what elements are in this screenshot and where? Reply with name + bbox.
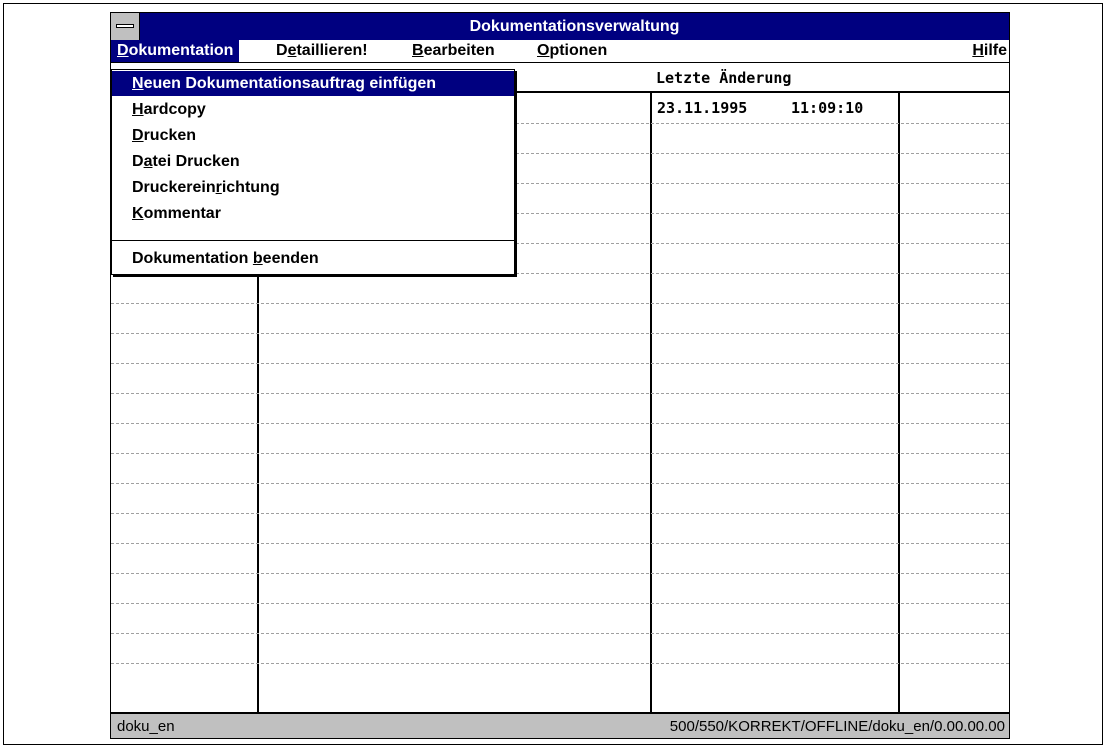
menu-accelerator: B (412, 42, 424, 59)
menu-accelerator: H (972, 42, 984, 59)
menu-label-part: earbeiten (423, 42, 495, 59)
row-line (111, 513, 1009, 514)
menu-item-printer-setup[interactable]: Druckereinrichtung (112, 175, 514, 200)
menu-label-part: eenden (262, 250, 319, 267)
row-line (111, 633, 1009, 634)
menu-item-comment[interactable]: Kommentar (112, 201, 514, 226)
menu-label-part: ptionen (549, 42, 608, 59)
row-line (111, 483, 1009, 484)
row-line (111, 453, 1009, 454)
menu-accelerator: K (132, 205, 144, 222)
menu-item-print-file[interactable]: Datei Drucken (112, 149, 514, 174)
menu-dokumentation[interactable]: Dokumentation (111, 40, 240, 62)
system-menu-button[interactable] (111, 13, 140, 40)
status-info: 500/550/KORREKT/OFFLINE/doku_en/0.00.00.… (669, 718, 1005, 735)
menu-label-part: ichtung (221, 179, 280, 196)
menu-accelerator: D (132, 127, 144, 144)
menu-label-part: euen Dokumentationsauftrag einfügen (143, 75, 437, 92)
status-user: doku_en (117, 718, 175, 735)
row-line (111, 333, 1009, 334)
menu-accelerator: N (132, 75, 144, 92)
column-header-last-change: Letzte Änderung (656, 69, 792, 87)
row1-time-cell[interactable]: 11:09:10 (791, 99, 863, 117)
row-line (111, 363, 1009, 364)
menu-label-part: okumentation (128, 42, 234, 59)
menu-label-part: ardcopy (143, 101, 206, 118)
menu-accelerator: b (252, 250, 263, 267)
menu-label-part: ilfe (983, 42, 1007, 59)
menu-accelerator: O (537, 42, 550, 59)
menu-hilfe[interactable]: Hilfe (966, 40, 1013, 62)
menu-optionen[interactable]: Optionen (531, 40, 613, 62)
row-line (111, 603, 1009, 604)
system-menu-icon (116, 24, 134, 28)
menu-label-part: D (132, 153, 144, 170)
menu-label-part: taillieren! (296, 42, 368, 59)
status-bar: doku_en 500/550/KORREKT/OFFLINE/doku_en/… (111, 712, 1009, 738)
menu-item-print[interactable]: Drucken (112, 123, 514, 148)
menu-item-hardcopy[interactable]: Hardcopy (112, 97, 514, 122)
row1-date-cell[interactable]: 23.11.1995 (657, 99, 747, 117)
column-divider (898, 93, 900, 712)
menu-bar: Dokumentation Detaillieren! Bearbeiten O… (111, 40, 1009, 63)
row-line (111, 543, 1009, 544)
window-title: Dokumentationsverwaltung (469, 18, 680, 35)
row-line (111, 423, 1009, 424)
title-bar: Dokumentationsverwaltung (111, 13, 1009, 40)
row-line (111, 393, 1009, 394)
menu-label-part: Dokumentation (132, 250, 253, 267)
menu-accelerator: D (117, 42, 129, 59)
menu-label-part: D (276, 42, 288, 59)
dokumentation-dropdown-menu: Neuen Dokumentationsauftrag einfügen Har… (111, 69, 515, 275)
menu-label-part: ommentar (143, 205, 221, 222)
row-line (111, 663, 1009, 664)
menu-separator (112, 240, 514, 241)
menu-accelerator: H (132, 101, 144, 118)
menu-item-new-order[interactable]: Neuen Dokumentationsauftrag einfügen (112, 71, 514, 96)
menu-item-exit-documentation[interactable]: Dokumentation beenden (112, 246, 514, 271)
row-line (111, 303, 1009, 304)
row-line (111, 573, 1009, 574)
column-divider (650, 93, 652, 712)
menu-label-part: Druckerein (132, 179, 216, 196)
menu-label-part: rucken (143, 127, 197, 144)
app-window: Dokumentationsverwaltung Dokumentation D… (110, 12, 1010, 739)
menu-bearbeiten[interactable]: Bearbeiten (406, 40, 501, 62)
menu-label-part: tei Drucken (152, 153, 240, 170)
menu-detaillieren[interactable]: Detaillieren! (270, 40, 374, 62)
